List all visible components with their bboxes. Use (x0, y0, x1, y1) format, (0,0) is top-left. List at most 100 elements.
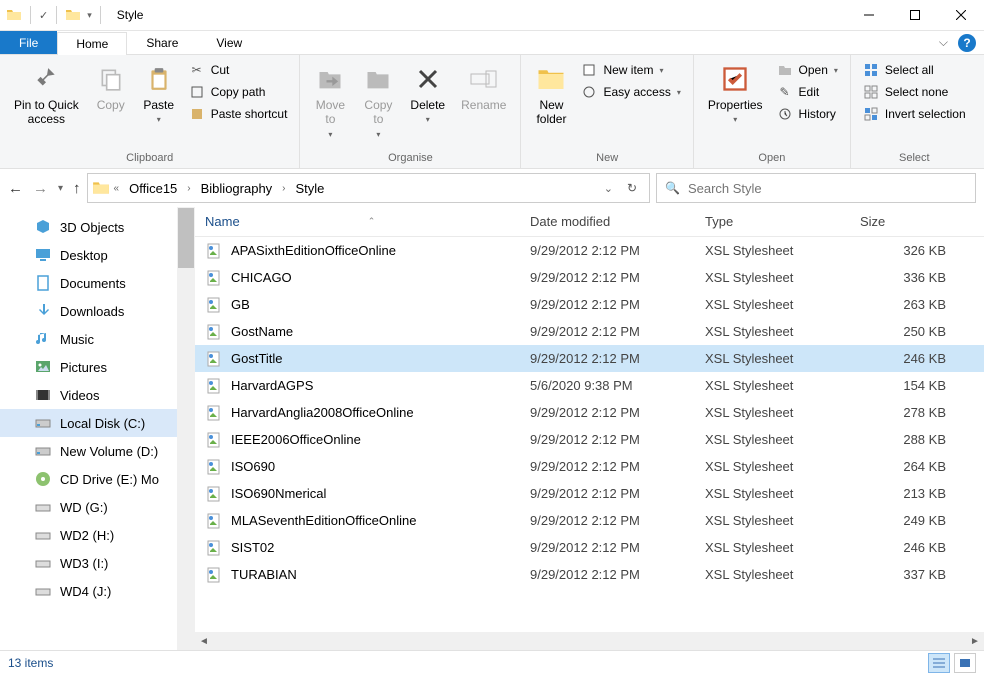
hscroll-right-icon[interactable]: ► (966, 636, 984, 647)
addr-folder-icon[interactable] (92, 179, 110, 197)
file-list[interactable]: APASixthEditionOfficeOnline9/29/2012 2:1… (195, 237, 984, 632)
new-item-button[interactable]: New item ▾ (575, 59, 686, 81)
file-row[interactable]: SIST029/29/2012 2:12 PMXSL Stylesheet246… (195, 534, 984, 561)
sidebar-item[interactable]: WD4 (J:) (0, 577, 195, 605)
minimize-button[interactable] (846, 0, 892, 31)
sidebar-item[interactable]: Desktop (0, 241, 195, 269)
file-row[interactable]: GostName9/29/2012 2:12 PMXSL Stylesheet2… (195, 318, 984, 345)
sidebar-item[interactable]: Music (0, 325, 195, 353)
select-all-button[interactable]: Select all (857, 59, 972, 81)
horizontal-scrollbar[interactable]: ◄ ► (195, 632, 984, 650)
nav-forward-button[interactable]: → (33, 180, 48, 197)
tab-share[interactable]: Share (127, 31, 197, 54)
breadcrumb-item[interactable]: Office15 (123, 179, 183, 198)
file-row[interactable]: APASixthEditionOfficeOnline9/29/2012 2:1… (195, 237, 984, 264)
sidebar-item[interactable]: 3D Objects (0, 213, 195, 241)
sidebar-item[interactable]: CD Drive (E:) Mo (0, 465, 195, 493)
select-none-button[interactable]: Select none (857, 81, 972, 103)
sidebar-item-icon (34, 330, 52, 348)
sidebar-item[interactable]: Videos (0, 381, 195, 409)
sidebar-item[interactable]: WD3 (I:) (0, 549, 195, 577)
sidebar-item[interactable]: New Volume (D:) (0, 437, 195, 465)
file-row[interactable]: ISO6909/29/2012 2:12 PMXSL Stylesheet264… (195, 453, 984, 480)
navigation-pane[interactable]: 3D ObjectsDesktopDocumentsDownloadsMusic… (0, 207, 195, 650)
file-row[interactable]: ISO690Nmerical9/29/2012 2:12 PMXSL Style… (195, 480, 984, 507)
sidebar-item[interactable]: Local Disk (C:) (0, 409, 195, 437)
file-name: HarvardAGPS (231, 378, 313, 393)
file-size: 288 KB (860, 432, 960, 447)
sidebar-item[interactable]: WD (G:) (0, 493, 195, 521)
ribbon-group-organise-label: Organise (306, 150, 514, 168)
history-button[interactable]: History (771, 103, 844, 125)
nav-back-button[interactable]: ← (8, 180, 23, 197)
file-row[interactable]: HarvardAnglia2008OfficeOnline9/29/2012 2… (195, 399, 984, 426)
qat-dropdown-icon[interactable]: ▾ (85, 10, 92, 21)
file-row[interactable]: TURABIAN9/29/2012 2:12 PMXSL Stylesheet3… (195, 561, 984, 588)
qat-checkmark-icon[interactable]: ✓ (39, 9, 48, 22)
copy-to-icon (362, 63, 394, 95)
properties-button[interactable]: Properties▾ (700, 59, 771, 129)
address-bar[interactable]: « Office15 › Bibliography › Style ⌄ ↻ (87, 173, 650, 203)
status-item-count: 13 items (8, 656, 53, 670)
sidebar-item[interactable]: Pictures (0, 353, 195, 381)
sidebar-item[interactable]: Downloads (0, 297, 195, 325)
help-button[interactable]: ? (958, 34, 976, 52)
file-row[interactable]: CHICAGO9/29/2012 2:12 PMXSL Stylesheet33… (195, 264, 984, 291)
delete-button[interactable]: Delete▾ (402, 59, 453, 129)
invert-selection-button[interactable]: Invert selection (857, 103, 972, 125)
file-row[interactable]: IEEE2006OfficeOnline9/29/2012 2:12 PMXSL… (195, 426, 984, 453)
paste-button[interactable]: Paste ▾ (135, 59, 183, 129)
column-header-date[interactable]: Date modified (530, 214, 705, 229)
edit-button[interactable]: ✎Edit (771, 81, 844, 103)
paste-shortcut-button[interactable]: Paste shortcut (183, 103, 294, 125)
view-large-icons-button[interactable] (954, 653, 976, 673)
new-folder-button[interactable]: New folder (527, 59, 575, 131)
search-input[interactable] (688, 181, 967, 196)
sidebar-scrollbar[interactable] (177, 207, 195, 650)
rename-button[interactable]: Rename (453, 59, 514, 116)
close-button[interactable] (938, 0, 984, 31)
ribbon: Pin to Quick access Copy Paste ▾ ✂Cut Co… (0, 55, 984, 169)
sidebar-item[interactable]: WD2 (H:) (0, 521, 195, 549)
copy-button[interactable]: Copy (87, 59, 135, 116)
file-row[interactable]: GostTitle9/29/2012 2:12 PMXSL Stylesheet… (195, 345, 984, 372)
move-to-button[interactable]: Move to▾ (306, 59, 354, 143)
view-details-button[interactable] (928, 653, 950, 673)
column-header-size[interactable]: Size (860, 214, 960, 229)
file-row[interactable]: GB9/29/2012 2:12 PMXSL Stylesheet263 KB (195, 291, 984, 318)
copy-path-button[interactable]: Copy path (183, 81, 294, 103)
easy-access-button[interactable]: Easy access ▾ (575, 81, 686, 103)
breadcrumb-item[interactable]: Style (290, 179, 331, 198)
tab-home[interactable]: Home (57, 32, 127, 55)
file-type: XSL Stylesheet (705, 351, 860, 366)
tab-file[interactable]: File (0, 31, 57, 54)
cut-button[interactable]: ✂Cut (183, 59, 294, 81)
open-button[interactable]: Open ▾ (771, 59, 844, 81)
collapse-ribbon-icon[interactable]: ⌵ (939, 35, 948, 50)
file-name: GB (231, 297, 250, 312)
delete-icon (412, 63, 444, 95)
pin-to-quick-access-button[interactable]: Pin to Quick access (6, 59, 87, 131)
breadcrumb-item[interactable]: Bibliography (195, 179, 279, 198)
maximize-button[interactable] (892, 0, 938, 31)
nav-history-dropdown[interactable]: ▾ (58, 183, 63, 194)
qat-folder-icon[interactable] (65, 7, 81, 23)
column-header-type[interactable]: Type (705, 214, 860, 229)
file-name: HarvardAnglia2008OfficeOnline (231, 405, 414, 420)
column-header-name[interactable]: Name⌃ (205, 214, 530, 229)
hscroll-left-icon[interactable]: ◄ (195, 636, 213, 647)
file-pane: Name⌃ Date modified Type Size APASixthEd… (195, 207, 984, 650)
sidebar-item[interactable]: Documents (0, 269, 195, 297)
addr-dropdown-icon[interactable]: ⌄ (604, 182, 613, 195)
sidebar-item-label: CD Drive (E:) Mo (60, 472, 159, 487)
tab-view[interactable]: View (197, 31, 261, 54)
select-all-icon (863, 62, 879, 78)
file-row[interactable]: MLASeventhEditionOfficeOnline9/29/2012 2… (195, 507, 984, 534)
nav-up-button[interactable]: ↑ (73, 180, 81, 197)
search-box[interactable]: 🔍 (656, 173, 976, 203)
file-icon (205, 512, 223, 530)
copy-to-button[interactable]: Copy to▾ (354, 59, 402, 143)
refresh-button[interactable]: ↻ (627, 181, 637, 195)
file-row[interactable]: HarvardAGPS5/6/2020 9:38 PMXSL Styleshee… (195, 372, 984, 399)
search-icon: 🔍 (665, 181, 680, 195)
